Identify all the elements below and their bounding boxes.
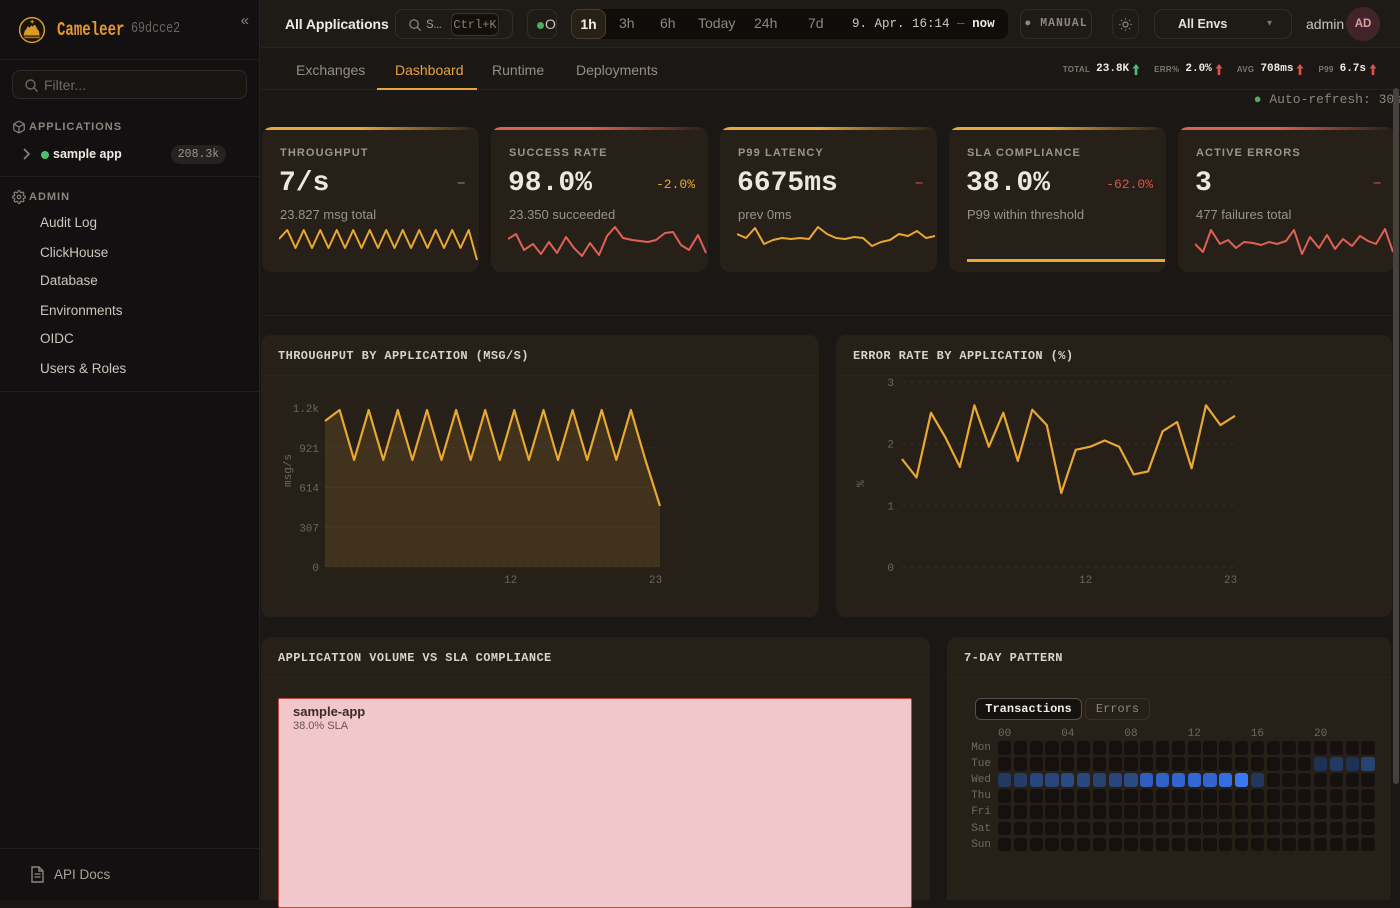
svg-text:1.2k: 1.2k [293, 404, 320, 416]
svg-text:0: 0 [312, 563, 319, 575]
svg-text:921: 921 [299, 444, 319, 456]
svg-text:3: 3 [887, 378, 894, 390]
svg-text:1: 1 [887, 501, 894, 513]
svg-text:23: 23 [1224, 575, 1237, 587]
svg-text:12: 12 [504, 575, 517, 587]
svg-text:msg/s: msg/s [283, 454, 295, 487]
svg-text:12: 12 [1079, 575, 1092, 587]
svg-text:%: % [856, 480, 868, 487]
svg-text:307: 307 [299, 523, 319, 535]
svg-text:0: 0 [887, 563, 894, 575]
svg-text:614: 614 [299, 484, 319, 496]
svg-text:23: 23 [649, 575, 662, 587]
svg-text:2: 2 [887, 440, 894, 452]
